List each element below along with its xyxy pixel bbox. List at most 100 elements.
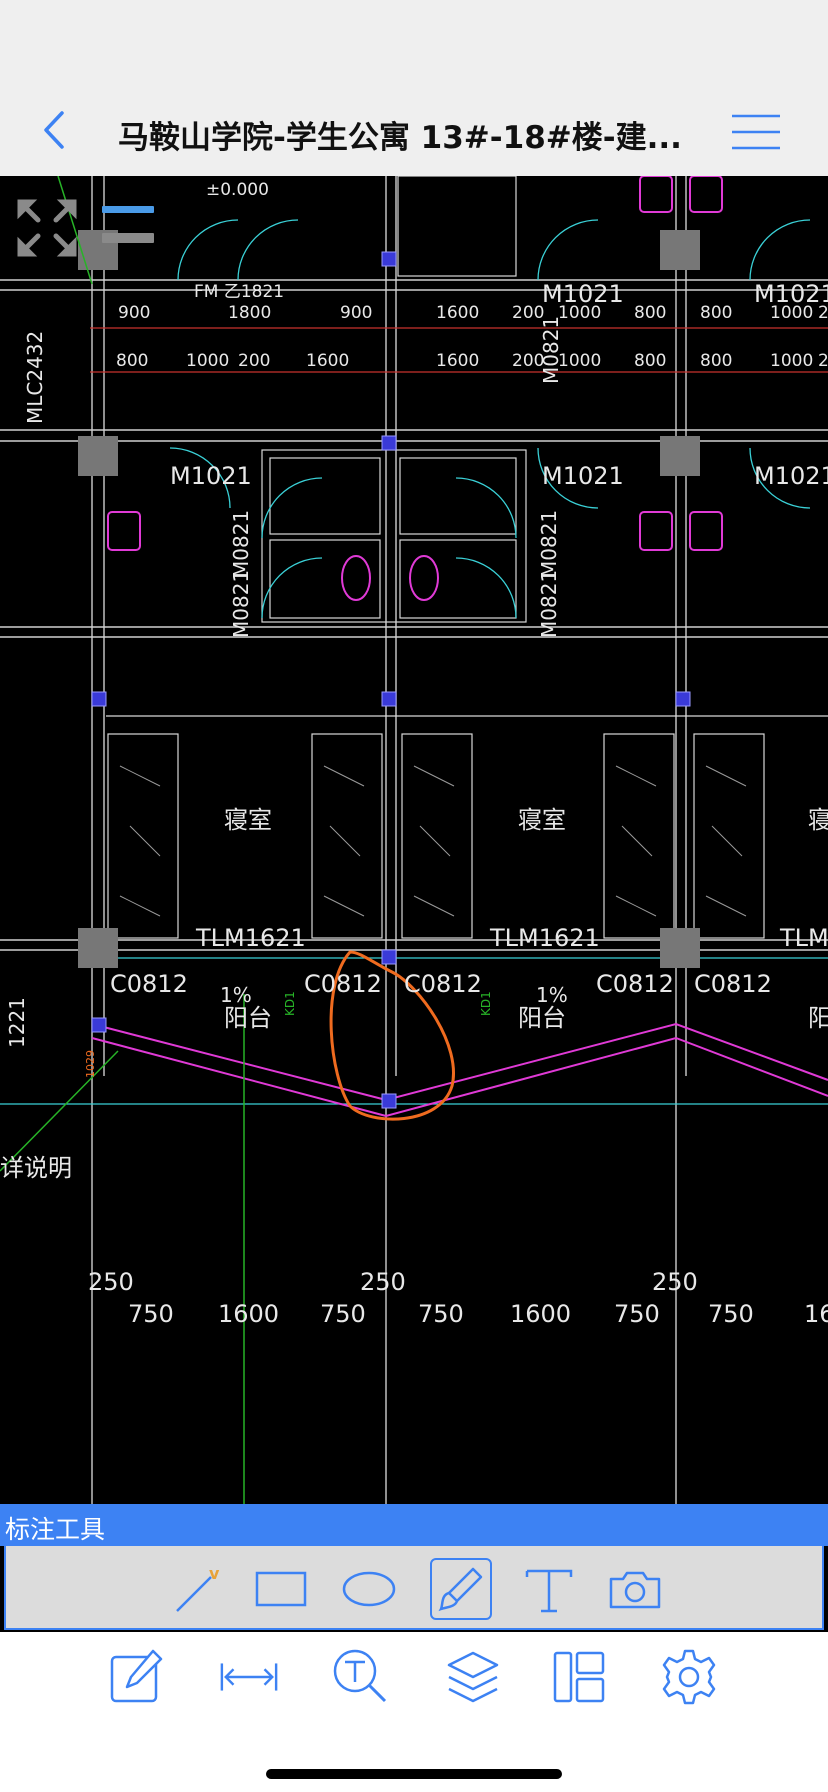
dim-label: 200: [238, 351, 270, 371]
dim-label: 800: [700, 351, 732, 371]
sliding-door-label: TLM1621: [779, 924, 828, 952]
line-icon: v: [176, 1564, 220, 1612]
layout-icon: [553, 1651, 605, 1703]
balcony-label: 阳台: [224, 1004, 272, 1032]
back-button[interactable]: [30, 105, 80, 155]
drawing-title: 马鞍山学院-学生公寓 13#-18#楼-建...: [118, 120, 682, 156]
measure-icon: [220, 1663, 278, 1691]
slope-label: 1%: [220, 983, 252, 1007]
note-label: 详说明: [0, 1154, 72, 1182]
home-indicator: [266, 1769, 562, 1779]
edit-button[interactable]: [106, 1646, 168, 1708]
brush-icon: [438, 1567, 483, 1612]
camera-tool-button[interactable]: [604, 1558, 666, 1620]
door-label: M0821: [229, 510, 253, 578]
slope-label: 1%: [536, 983, 568, 1007]
settings-icon: [662, 1649, 716, 1705]
rectangle-icon: [255, 1571, 307, 1607]
ellipse-tool-button[interactable]: [338, 1558, 400, 1620]
dim-label: 800: [116, 351, 148, 371]
edit-icon: [110, 1649, 163, 1703]
dim-label: 250: [652, 1268, 698, 1296]
dim-label: 750: [708, 1300, 754, 1328]
annotation-toolbar: v: [4, 1546, 824, 1630]
dim-label: 900: [340, 303, 372, 323]
sliding-door-label: TLM1621: [195, 924, 306, 952]
door-label: M1021: [542, 462, 624, 490]
room-label: 寝室: [808, 806, 828, 834]
expand-arrows-icon: [17, 199, 77, 257]
window-label: C0812: [694, 970, 772, 998]
door-label: M1021: [542, 280, 624, 308]
annotation-toolbar-header: 标注工具: [0, 1504, 828, 1546]
window-label: MLC2432: [23, 331, 47, 424]
dim-label: 1600: [306, 351, 349, 371]
chevron-left-icon: [44, 111, 64, 149]
balcony-label: 阳台: [518, 1004, 566, 1032]
dim-label: 800: [700, 303, 732, 323]
navigation-bar: 马鞍山学院-学生公寓 13#-18#楼-建...: [0, 0, 828, 177]
settings-button[interactable]: [658, 1646, 720, 1708]
text-search-icon: [333, 1649, 387, 1703]
dim-label: 1600: [510, 1300, 571, 1328]
freehand-tool-button[interactable]: [430, 1558, 492, 1620]
camera-icon: [609, 1571, 661, 1609]
dim-label: 1600: [436, 351, 479, 371]
text-search-button[interactable]: [330, 1646, 392, 1708]
line-tool-button[interactable]: v: [166, 1558, 228, 1620]
layers-button[interactable]: [442, 1646, 504, 1708]
svg-text:v: v: [209, 1564, 220, 1583]
hamburger-menu-icon: [732, 114, 780, 150]
balcony-label: 阳台: [808, 1004, 828, 1032]
dim-label: 250: [88, 1268, 134, 1296]
dim-label: 1221: [5, 997, 29, 1048]
dim-label: 1000: [558, 351, 601, 371]
measure-button[interactable]: [218, 1646, 280, 1708]
bottom-toolbar: [0, 1632, 828, 1792]
room-label: 寝室: [518, 806, 566, 834]
room-label: 寝室: [224, 806, 272, 834]
dim-label: 1600: [436, 303, 479, 323]
window-label: C0812: [110, 970, 188, 998]
door-label: M1021: [754, 462, 828, 490]
menu-button[interactable]: [728, 110, 784, 154]
text-tool-button[interactable]: [518, 1558, 580, 1620]
dim-label: 1800: [228, 303, 271, 323]
line-weight-thick-button[interactable]: [102, 233, 154, 243]
sliding-door-label: TLM1621: [489, 924, 600, 952]
dim-label: 250: [360, 1268, 406, 1296]
layout-button[interactable]: [548, 1646, 610, 1708]
dim-label: 800: [634, 303, 666, 323]
line-weight-thin-button[interactable]: [102, 206, 154, 213]
door-label: M0821: [537, 510, 561, 578]
window-label: C0812: [304, 970, 382, 998]
dim-label: 1000: [186, 351, 229, 371]
ellipse-icon: [342, 1571, 396, 1607]
kd-label: KD1: [283, 991, 297, 1016]
elevation-label: ±0.000: [206, 180, 269, 200]
dim-label: 900: [118, 303, 150, 323]
door-label: M0821: [229, 570, 253, 638]
window-label: C0812: [596, 970, 674, 998]
fire-door-label: FM 乙1821: [194, 282, 284, 302]
dim-label: 2: [818, 351, 828, 371]
dim-label: 1600: [218, 1300, 279, 1328]
door-label: M1021: [170, 462, 252, 490]
drawing-canvas[interactable]: ±0.000 FM 乙1821 900 1800 900 1600 200 10…: [0, 176, 828, 1504]
text-icon: [525, 1569, 573, 1613]
dim-label: 750: [418, 1300, 464, 1328]
dim-label: 750: [320, 1300, 366, 1328]
kd-label: KD1: [479, 991, 493, 1016]
floor-plan: ±0.000 FM 乙1821 900 1800 900 1600 200 10…: [0, 176, 828, 1504]
dim-label: 800: [634, 351, 666, 371]
fit-to-screen-button[interactable]: [14, 196, 80, 260]
dim-label: 1029: [84, 1050, 97, 1078]
dim-label: 750: [614, 1300, 660, 1328]
door-label: M0821: [539, 316, 563, 384]
dim-label: 1000: [770, 351, 813, 371]
door-label: M1021: [754, 280, 828, 308]
window-label: C0812: [404, 970, 482, 998]
annotation-toolbar-title: 标注工具: [5, 1515, 106, 1544]
rectangle-tool-button[interactable]: [250, 1558, 312, 1620]
layers-icon: [447, 1651, 499, 1703]
